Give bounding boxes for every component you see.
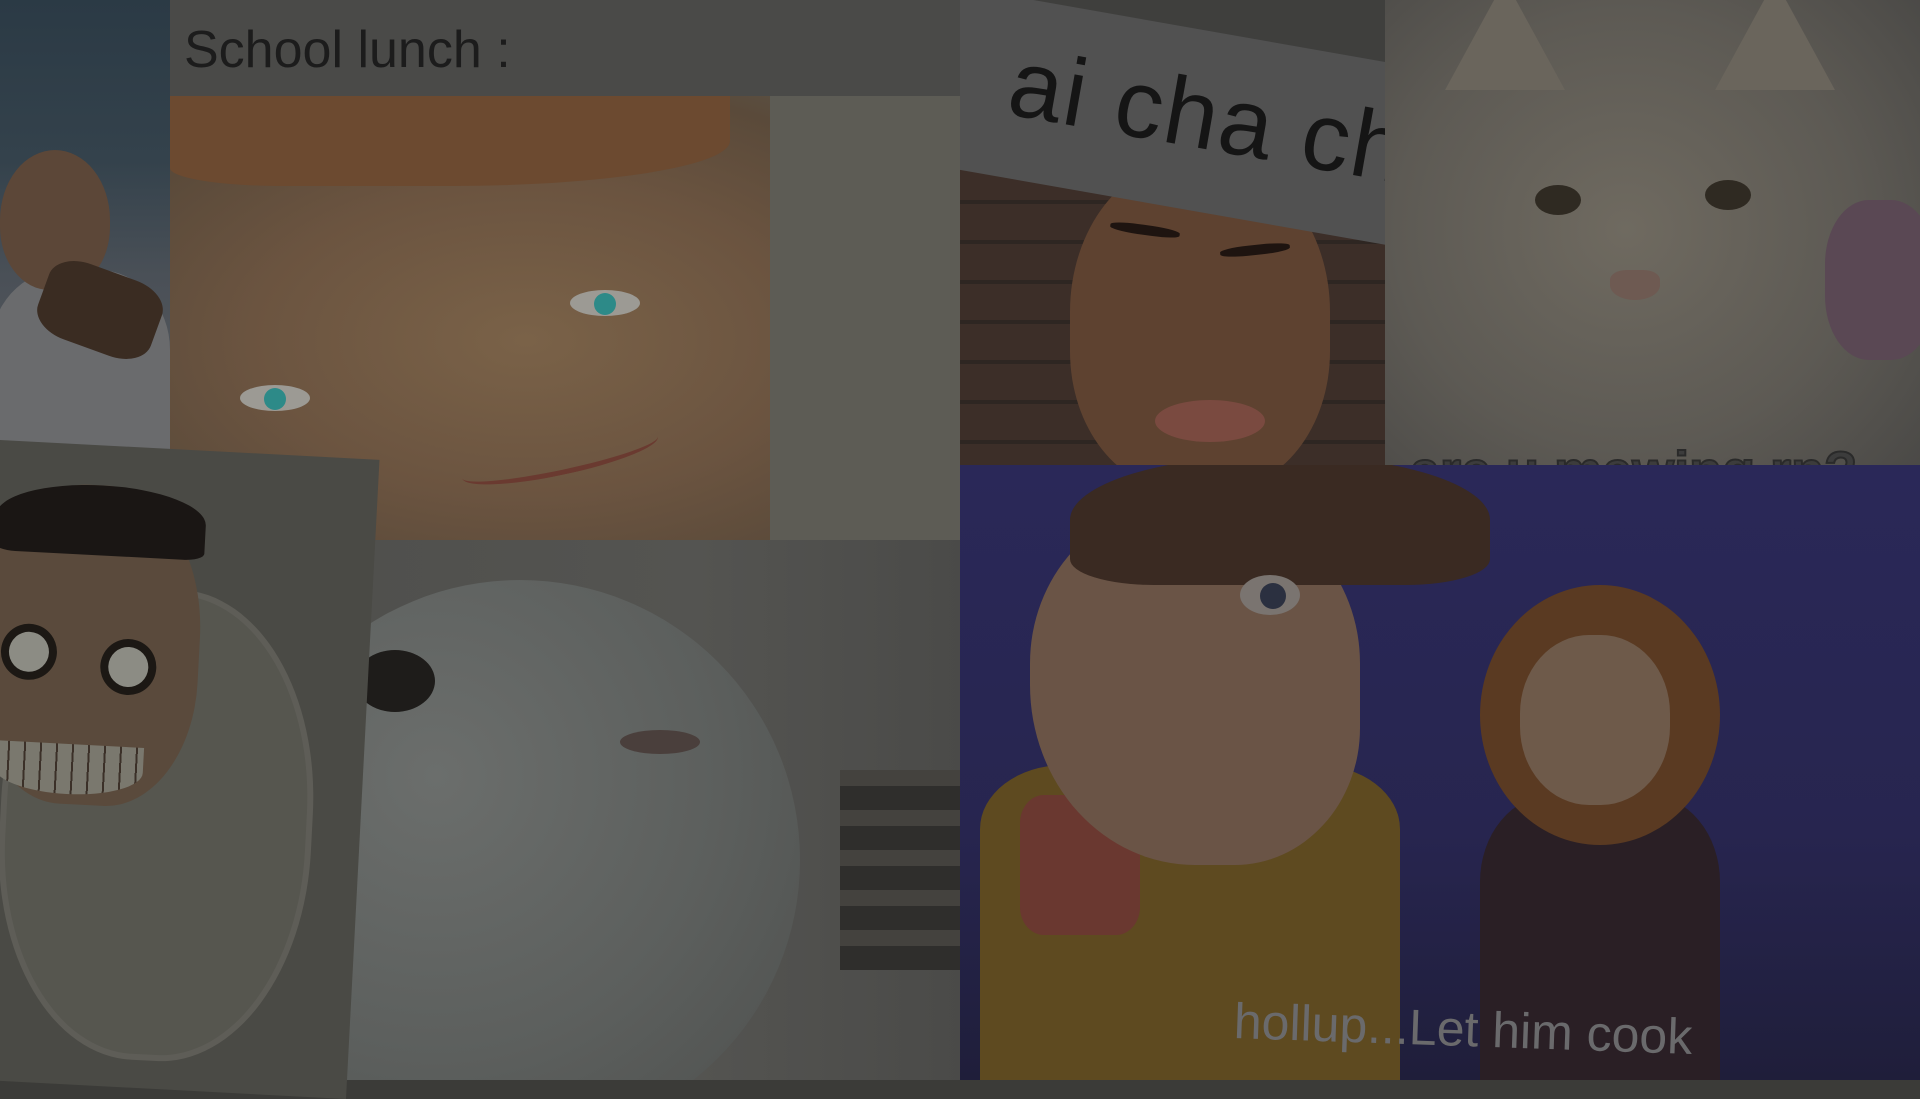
meme-tile-mewing-cat: are u mewing rn? [1385,0,1920,510]
hair [170,96,730,186]
meme-tile-water-man [0,0,170,460]
hair [0,479,208,561]
eye [240,385,310,411]
meme-tile-skibidi-toilet [0,440,380,1099]
cat-ear [1445,0,1565,90]
woody-hat [1070,465,1490,585]
background-shelf [840,770,970,970]
meme-tile-let-him-cook: hollup...Let him cook [960,465,1920,1080]
flower [1825,200,1920,360]
cat-nose [1610,270,1660,300]
eye [570,290,640,316]
school-lunch-caption: School lunch : [184,21,511,79]
background-wall [770,96,960,540]
pursed-lips [1155,400,1265,442]
caption-bar: School lunch : [170,0,960,96]
cat-ear [1715,0,1835,90]
cat-eye [1705,180,1751,210]
woody-eye [1240,575,1300,615]
seal-snout [620,730,700,754]
meme-tile-seal [280,540,970,1080]
cat-eye [1535,185,1581,215]
sora-face [1520,635,1670,805]
